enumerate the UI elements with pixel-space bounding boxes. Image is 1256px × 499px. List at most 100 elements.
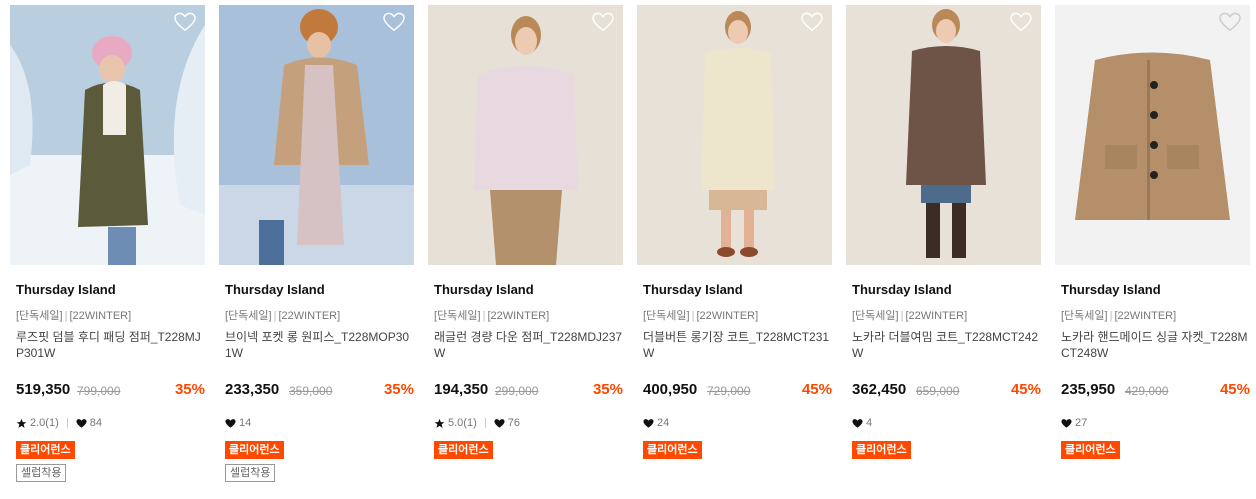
original-price: 659,000: [916, 384, 960, 398]
price-row: 194,350 299,000 35%: [434, 381, 623, 401]
product-image[interactable]: [846, 5, 1041, 265]
price-row: 362,450 659,000 45%: [852, 381, 1041, 401]
clearance-badge: 클리어런스: [1061, 441, 1120, 459]
wishlist-heart-icon[interactable]: [801, 12, 823, 32]
product-name[interactable]: 노카라 더블여밈 코트_T228MCT242W: [852, 329, 1042, 361]
heart-icon: [852, 418, 863, 429]
product-card[interactable]: Thursday Island [단독세일] | [22WINTER] 브이넥 포켓…: [219, 5, 414, 495]
product-tags: [단독세일] | [22WINTER]: [1061, 307, 1176, 323]
brand-name[interactable]: Thursday Island: [643, 282, 743, 297]
sale-price: 233,350: [225, 381, 280, 398]
product-card[interactable]: Thursday Island [단독세일] | [22WINTER] 루즈핏 덤블…: [10, 5, 205, 495]
meta-divider: [484, 418, 486, 428]
sale-price: 400,950: [643, 381, 698, 398]
star-icon: [434, 418, 445, 429]
brand-name[interactable]: Thursday Island: [225, 282, 325, 297]
wishlist-heart-icon[interactable]: [1010, 12, 1032, 32]
tag-season: [22WINTER]: [905, 310, 968, 322]
wishlist-heart-icon[interactable]: [174, 12, 196, 32]
clearance-badge: 클리어런스: [643, 441, 702, 459]
tag-season: [22WINTER]: [278, 310, 341, 322]
product-photo: [428, 5, 623, 265]
product-photo: [846, 5, 1041, 265]
original-price: 429,000: [1125, 384, 1169, 398]
rating-value: 2.0(1): [30, 417, 59, 429]
sale-price: 194,350: [434, 381, 489, 398]
price-row: 519,350 799,000 35%: [16, 381, 205, 401]
tag-season: [22WINTER]: [696, 310, 759, 322]
original-price: 799,000: [77, 384, 121, 398]
review-like-meta: 27: [1061, 417, 1087, 429]
review-like-meta: 14: [225, 417, 251, 429]
brand-name[interactable]: Thursday Island: [16, 282, 116, 297]
sale-price: 362,450: [852, 381, 907, 398]
like-count: 24: [657, 417, 670, 429]
clearance-badge: 클리어런스: [852, 441, 911, 459]
discount-rate: 35%: [383, 381, 414, 398]
product-photo: [10, 5, 205, 265]
heart-icon: [494, 418, 505, 429]
discount-rate: 35%: [592, 381, 623, 398]
review-like-meta: 5.0(1) 76: [434, 417, 520, 429]
tag-exclusive-sale: [단독세일]: [16, 310, 63, 322]
product-name[interactable]: 노카라 핸드메이드 싱글 자켓_T228MCT248W: [1061, 329, 1251, 361]
heart-icon: [1061, 418, 1072, 429]
wishlist-heart-icon[interactable]: [383, 12, 405, 32]
wishlist-heart-icon[interactable]: [1219, 12, 1241, 32]
product-tags: [단독세일] | [22WINTER]: [434, 307, 549, 323]
product-image[interactable]: [428, 5, 623, 265]
original-price: 299,000: [495, 384, 539, 398]
celeb-worn-badge: 셀럽착용: [225, 464, 276, 482]
product-card[interactable]: Thursday Island [단독세일] | [22WINTER] 래글런 경량…: [428, 5, 623, 495]
tag-separator: |: [482, 310, 486, 322]
tag-exclusive-sale: [단독세일]: [852, 310, 899, 322]
product-card[interactable]: Thursday Island [단독세일] | [22WINTER] 더블버튼 롱…: [637, 5, 832, 495]
tag-exclusive-sale: [단독세일]: [643, 310, 690, 322]
brand-name[interactable]: Thursday Island: [434, 282, 534, 297]
review-like-meta: 4: [852, 417, 872, 429]
heart-icon: [76, 418, 87, 429]
meta-divider: [66, 418, 68, 428]
tag-exclusive-sale: [단독세일]: [1061, 310, 1108, 322]
price-row: 235,950 429,000 45%: [1061, 381, 1250, 401]
brand-name[interactable]: Thursday Island: [852, 282, 952, 297]
tag-separator: |: [273, 310, 277, 322]
product-tags: [단독세일] | [22WINTER]: [643, 307, 758, 323]
discount-rate: 45%: [1219, 381, 1250, 398]
product-card[interactable]: Thursday Island [단독세일] | [22WINTER] 노카라 더블…: [846, 5, 1041, 495]
tag-separator: |: [691, 310, 695, 322]
product-name[interactable]: 더블버튼 롱기장 코트_T228MCT231W: [643, 329, 833, 361]
product-image[interactable]: [1055, 5, 1250, 265]
review-like-meta: 2.0(1) 84: [16, 417, 102, 429]
sale-price: 519,350: [16, 381, 71, 398]
tag-exclusive-sale: [단독세일]: [225, 310, 272, 322]
wishlist-heart-icon[interactable]: [592, 12, 614, 32]
product-image[interactable]: [219, 5, 414, 265]
product-name[interactable]: 브이넥 포켓 롱 원피스_T228MOP301W: [225, 329, 415, 361]
like-count: 27: [1075, 417, 1088, 429]
tag-separator: |: [900, 310, 904, 322]
discount-rate: 45%: [801, 381, 832, 398]
clearance-badge: 클리어런스: [16, 441, 75, 459]
tag-season: [22WINTER]: [1114, 310, 1177, 322]
price-row: 400,950 729,000 45%: [643, 381, 832, 401]
clearance-badge: 클리어런스: [225, 441, 284, 459]
price-row: 233,350 359,000 35%: [225, 381, 414, 401]
product-photo: [1055, 5, 1250, 265]
product-image[interactable]: [10, 5, 205, 265]
clearance-badge: 클리어런스: [434, 441, 493, 459]
product-name[interactable]: 루즈핏 덤블 후디 패딩 점퍼_T228MJP301W: [16, 329, 206, 361]
tag-season: [22WINTER]: [69, 310, 132, 322]
product-tags: [단독세일] | [22WINTER]: [852, 307, 967, 323]
star-icon: [16, 418, 27, 429]
product-image[interactable]: [637, 5, 832, 265]
tag-separator: |: [1109, 310, 1113, 322]
product-name[interactable]: 래글런 경량 다운 점퍼_T228MDJ237W: [434, 329, 624, 361]
tag-exclusive-sale: [단독세일]: [434, 310, 481, 322]
product-card[interactable]: Thursday Island [단독세일] | [22WINTER] 노카라 핸드…: [1055, 5, 1250, 495]
tag-season: [22WINTER]: [487, 310, 550, 322]
celeb-worn-badge: 셀럽착용: [16, 464, 67, 482]
brand-name[interactable]: Thursday Island: [1061, 282, 1161, 297]
review-like-meta: 24: [643, 417, 669, 429]
sale-price: 235,950: [1061, 381, 1116, 398]
